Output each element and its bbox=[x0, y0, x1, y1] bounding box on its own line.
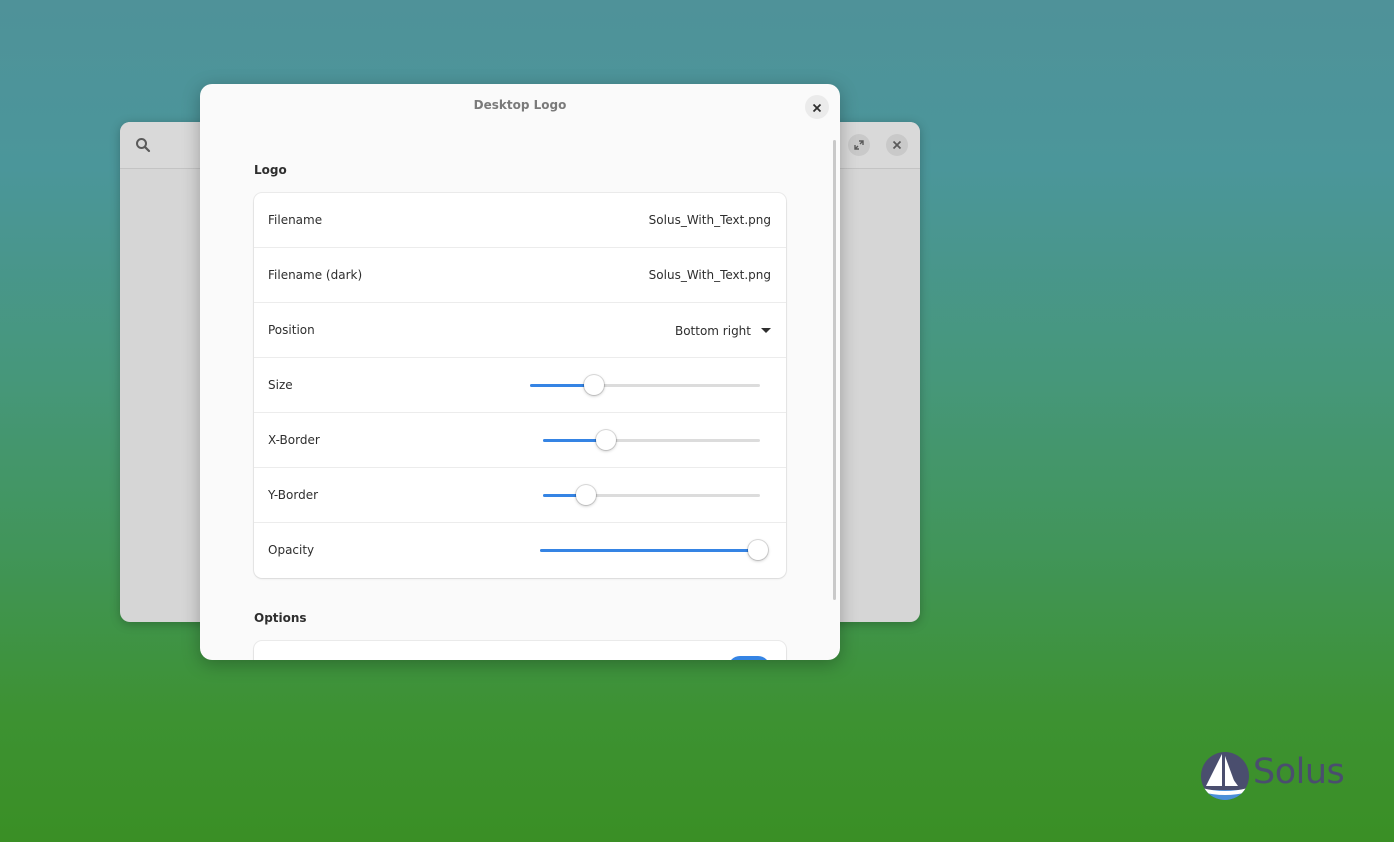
size-slider[interactable] bbox=[530, 358, 760, 413]
dialog-scrollbar[interactable] bbox=[833, 140, 836, 600]
y-border-row: Y-Border bbox=[254, 468, 786, 523]
dialog-close-button[interactable] bbox=[805, 95, 829, 119]
restore-icon[interactable] bbox=[848, 134, 870, 156]
slider-handle[interactable] bbox=[748, 540, 768, 560]
search-icon[interactable] bbox=[134, 136, 152, 154]
position-value: Bottom right bbox=[674, 323, 751, 338]
close-icon bbox=[812, 98, 822, 117]
filename-dark-label: Filename (dark) bbox=[268, 268, 363, 282]
filename-dark-value: Solus_With_Text.png bbox=[648, 268, 771, 282]
slider-fill bbox=[540, 549, 758, 552]
dialog-title: Desktop Logo bbox=[473, 98, 567, 112]
position-row: Position Bottom right bbox=[254, 303, 786, 358]
desktop-logo-dialog: Desktop Logo Logo Filename Solus_With_Te… bbox=[200, 84, 840, 660]
x-border-row: X-Border bbox=[254, 413, 786, 468]
options-section-title: Options bbox=[254, 611, 307, 625]
size-label: Size bbox=[268, 378, 293, 392]
x-border-label: X-Border bbox=[268, 433, 320, 447]
opacity-row: Opacity bbox=[254, 523, 786, 578]
opacity-label: Opacity bbox=[268, 543, 315, 557]
logo-settings-card: Filename Solus_With_Text.png Filename (d… bbox=[254, 193, 786, 578]
slider-handle[interactable] bbox=[595, 430, 616, 450]
logo-section-title: Logo bbox=[254, 163, 287, 177]
y-border-slider[interactable] bbox=[543, 468, 760, 523]
x-border-slider[interactable] bbox=[543, 413, 760, 468]
filename-dark-row[interactable]: Filename (dark) Solus_With_Text.png bbox=[254, 248, 786, 303]
y-border-label: Y-Border bbox=[268, 488, 319, 502]
position-label: Position bbox=[268, 323, 315, 337]
options-card bbox=[254, 641, 786, 660]
slider-handle[interactable] bbox=[576, 485, 597, 505]
solus-sail-icon bbox=[1201, 752, 1249, 800]
filename-row[interactable]: Filename Solus_With_Text.png bbox=[254, 193, 786, 248]
size-row: Size bbox=[254, 358, 786, 413]
opacity-slider[interactable] bbox=[540, 523, 768, 578]
close-icon[interactable] bbox=[886, 134, 908, 156]
options-toggle-switch[interactable] bbox=[728, 656, 770, 660]
filename-label: Filename bbox=[268, 213, 323, 227]
chevron-down-icon bbox=[761, 328, 771, 333]
position-dropdown[interactable]: Bottom right bbox=[675, 303, 771, 358]
solus-logo: Solus bbox=[1200, 746, 1350, 806]
solus-logo-text: Solus bbox=[1253, 752, 1345, 792]
filename-value: Solus_With_Text.png bbox=[648, 213, 771, 227]
slider-handle[interactable] bbox=[584, 375, 605, 395]
